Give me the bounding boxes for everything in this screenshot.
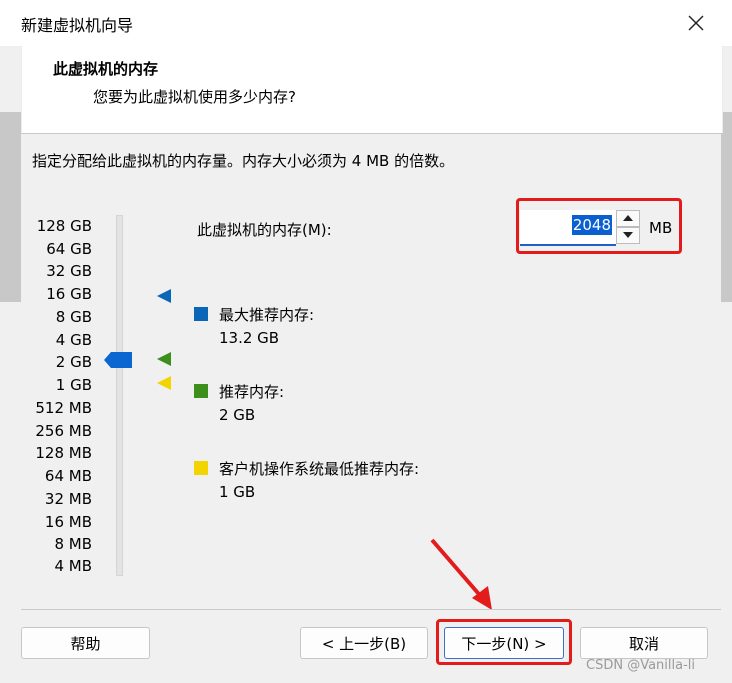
back-button[interactable]: < 上一步(B) <box>300 627 428 659</box>
legend-min-value: 1 GB <box>219 483 256 501</box>
memory-slider-thumb[interactable] <box>104 352 132 368</box>
slider-thumb-icon <box>104 352 132 368</box>
page-subtitle: 您要为此虚拟机使用多少内存? <box>93 88 296 106</box>
legend-min-swatch <box>194 461 208 475</box>
title-bar: 新建虚拟机向导 <box>0 0 732 46</box>
legend-max-value: 13.2 GB <box>219 329 280 347</box>
scale-label: 64 MB <box>44 467 92 485</box>
cancel-button[interactable]: 取消 <box>580 627 708 659</box>
watermark: CSDN @Vanilla-li <box>586 658 696 673</box>
scale-label: 128 GB <box>36 217 92 235</box>
instruction-text: 指定分配给此虚拟机的内存量。内存大小必须为 4 MB 的倍数。 <box>32 152 455 170</box>
page-header: 此虚拟机的内存 您要为此虚拟机使用多少内存? <box>21 46 723 133</box>
close-button[interactable] <box>680 8 712 38</box>
footer-separator <box>21 609 721 610</box>
scale-label: 64 GB <box>46 240 92 258</box>
scale-label: 16 MB <box>44 513 92 531</box>
memory-slider-track[interactable] <box>116 215 123 576</box>
legend-max-swatch <box>194 307 208 321</box>
recommended-marker <box>157 352 171 366</box>
scale-label: 32 MB <box>44 490 92 508</box>
legend-min-title: 客户机操作系统最低推荐内存: <box>219 460 420 478</box>
min-recommended-marker <box>157 376 171 390</box>
scale-label: 8 MB <box>54 535 92 553</box>
scale-label: 4 GB <box>55 331 92 349</box>
legend-rec-value: 2 GB <box>219 406 256 424</box>
scale-label: 4 MB <box>54 557 92 575</box>
scale-label: 512 MB <box>35 399 92 417</box>
scale-label: 8 GB <box>55 308 92 326</box>
memory-label: 此虚拟机的内存(M): <box>197 221 332 239</box>
scale-label: 1 GB <box>55 376 92 394</box>
scale-label: 128 MB <box>35 444 92 462</box>
help-button[interactable]: 帮助 <box>21 627 150 659</box>
scale-label: 256 MB <box>35 422 92 440</box>
window-title: 新建虚拟机向导 <box>21 16 134 35</box>
close-icon <box>688 15 704 31</box>
legend-rec-swatch <box>194 384 208 398</box>
legend-rec-title: 推荐内存: <box>219 383 285 401</box>
annotation-highlight-next <box>436 619 572 665</box>
scale-label: 2 GB <box>55 353 92 371</box>
max-recommended-marker <box>157 289 171 303</box>
scale-label: 32 GB <box>46 262 92 280</box>
annotation-arrow-icon <box>430 538 492 610</box>
background-band-left <box>0 112 21 302</box>
page-title: 此虚拟机的内存 <box>53 60 159 78</box>
legend-max-title: 最大推荐内存: <box>219 306 315 324</box>
annotation-highlight-memory <box>516 198 682 254</box>
scale-label: 16 GB <box>46 285 92 303</box>
